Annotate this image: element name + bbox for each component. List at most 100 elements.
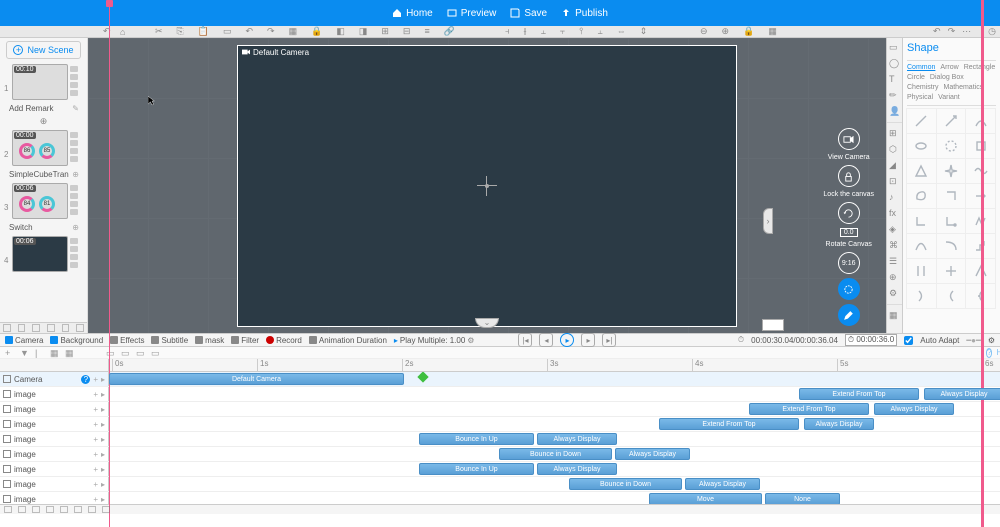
aspect-button[interactable]: 9:16 xyxy=(838,252,860,274)
align-c-icon[interactable]: ⫲ xyxy=(524,26,527,37)
shape-paren-l[interactable] xyxy=(936,283,967,309)
tlf-icon[interactable] xyxy=(102,506,110,513)
timeline-clip[interactable]: Bounce In Up xyxy=(419,433,534,445)
tlt-icon[interactable]: ▭ xyxy=(151,348,160,357)
rt-icon[interactable]: ☰ xyxy=(889,256,900,267)
timeline-track[interactable]: image+▸Extend From TopAlways Display xyxy=(0,402,1000,417)
rotate-canvas-button[interactable] xyxy=(838,202,860,224)
next-button[interactable]: ▸ xyxy=(581,333,595,347)
sf-icon[interactable] xyxy=(18,324,26,332)
timeline-clip[interactable]: Always Display xyxy=(924,388,1000,400)
scene-label[interactable]: SimpleCubeTran ⊕ xyxy=(0,168,87,181)
home-icon-small[interactable]: ⌂ xyxy=(120,27,125,37)
more-icon[interactable]: ⋯ xyxy=(962,26,971,37)
timeline-track[interactable]: image+▸MoveNone xyxy=(0,492,1000,504)
playmult-opt[interactable]: ▸Play Multiple: 1.00⚙ xyxy=(394,336,475,345)
timeline-clip[interactable]: None xyxy=(765,493,840,504)
tlt-icon[interactable]: + xyxy=(5,348,14,357)
shape-line[interactable] xyxy=(906,108,937,134)
lock2-icon[interactable]: 🔒 xyxy=(743,26,754,37)
view-camera-button[interactable] xyxy=(838,128,860,150)
rt-icon[interactable]: ⊞ xyxy=(889,128,900,139)
timeline-clip[interactable]: Move xyxy=(649,493,762,504)
scene-item[interactable]: 1 00:10 xyxy=(0,62,87,102)
rt-icon[interactable]: fx xyxy=(889,208,900,219)
timeline-clip[interactable]: Bounce In Up xyxy=(419,463,534,475)
timeline-ruler[interactable]: 0s 1s 2s 3s 4s 5s 6s xyxy=(0,359,1000,372)
timeline-body[interactable]: Camera?+▸Default Camera image+▸Extend Fro… xyxy=(0,372,1000,504)
shape-paren-r[interactable] xyxy=(906,283,937,309)
align-b-icon[interactable]: ⫠ xyxy=(597,26,602,37)
tlt-icon[interactable]: ▦ xyxy=(65,348,74,357)
shape-tab[interactable]: Rectangle xyxy=(964,64,996,71)
camera-frame[interactable]: Default Camera ⌄ xyxy=(237,45,737,327)
clock-icon[interactable]: ◷ xyxy=(988,26,996,37)
time-input[interactable]: ⏱ 00:00:36.0 xyxy=(845,334,897,346)
shape-tab[interactable]: Variant xyxy=(938,94,960,101)
record-opt[interactable]: Record xyxy=(266,336,302,345)
undo3-icon[interactable]: ↶ xyxy=(933,26,941,37)
align-t-icon[interactable]: ⫟ xyxy=(560,26,565,37)
filter-opt[interactable]: Filter xyxy=(231,336,259,345)
sf-icon[interactable] xyxy=(76,324,84,332)
link-icon[interactable]: 🔗 xyxy=(444,26,455,37)
shape-angle[interactable] xyxy=(906,208,937,234)
prev-kf-button[interactable]: |◂ xyxy=(518,333,532,347)
scene-item[interactable]: 4 00:06 xyxy=(0,234,87,274)
timeline-track[interactable]: image+▸Bounce In UpAlways Display xyxy=(0,462,1000,477)
tlf-icon[interactable] xyxy=(4,506,12,513)
bg-opt[interactable]: Background xyxy=(50,336,103,345)
timeline-track[interactable]: image+▸Bounce in DownAlways Display xyxy=(0,477,1000,492)
timeline-clip[interactable]: Always Display xyxy=(537,463,617,475)
timeline-track[interactable]: image+▸Extend From TopAlways Display xyxy=(0,417,1000,432)
rt-icon[interactable]: ▭ xyxy=(889,42,900,53)
shape-triangle[interactable] xyxy=(906,158,937,184)
cut-icon[interactable]: ✂ xyxy=(155,26,163,37)
shape-blob[interactable] xyxy=(906,183,937,209)
rt-icon[interactable]: ⚙ xyxy=(889,288,900,299)
shape-tab[interactable]: Mathematics xyxy=(944,84,984,91)
tlt-icon[interactable]: ▦ xyxy=(50,348,59,357)
shape-curve2[interactable] xyxy=(936,233,967,259)
timeline-clip[interactable]: Always Display xyxy=(615,448,690,460)
edit-button[interactable] xyxy=(838,304,860,326)
canvas-area[interactable]: Default Camera ⌄ View Camera Lock the ca… xyxy=(88,38,886,333)
align-r-icon[interactable]: ⫠ xyxy=(540,26,545,37)
mask-opt[interactable]: mask xyxy=(195,336,224,345)
scene-item[interactable]: 3 00:06 84 81 xyxy=(0,181,87,221)
zoom-out-icon[interactable]: ⊖ xyxy=(700,26,708,37)
timeline-clip[interactable]: Extend From Top xyxy=(659,418,799,430)
shape-cross[interactable] xyxy=(936,258,967,284)
tlf-icon[interactable] xyxy=(18,506,26,513)
shape-corner[interactable] xyxy=(936,183,967,209)
timeline-clip[interactable]: Always Display xyxy=(537,433,617,445)
rt-icon[interactable]: ⊡ xyxy=(889,176,900,187)
back-icon[interactable]: ◨ xyxy=(359,26,368,37)
play-button[interactable]: ▸ xyxy=(560,333,574,347)
layer-icon[interactable]: ≡ xyxy=(424,26,429,37)
publish-button[interactable]: Publish xyxy=(561,8,608,19)
expand-right-handle[interactable]: › xyxy=(763,208,773,234)
shape-elbow[interactable] xyxy=(936,208,967,234)
autoadapt-check[interactable] xyxy=(904,336,913,345)
animdur-opt[interactable]: Animation Duration xyxy=(309,336,387,345)
subtitle-opt[interactable]: Subtitle xyxy=(151,336,188,345)
timeline-clip[interactable]: Extend From Top xyxy=(749,403,869,415)
camera-opt[interactable]: Camera xyxy=(5,336,43,345)
shape-arrow[interactable] xyxy=(936,108,967,134)
expand-down-handle[interactable]: ⌄ xyxy=(475,318,499,328)
rt-icon[interactable]: 👤 xyxy=(889,106,900,117)
lock-canvas-button[interactable] xyxy=(838,165,860,187)
tlf-icon[interactable] xyxy=(88,506,96,513)
align-l-icon[interactable]: ⫞ xyxy=(505,26,510,37)
grid-icon[interactable]: ▦ xyxy=(768,26,777,37)
tlt-icon[interactable]: ▭ xyxy=(136,348,145,357)
timeline-track[interactable]: Camera?+▸Default Camera xyxy=(0,372,1000,387)
timeline-clip[interactable]: Always Display xyxy=(685,478,760,490)
tlt-icon[interactable]: ▭ xyxy=(121,348,130,357)
front-icon[interactable]: ◧ xyxy=(336,26,345,37)
scene-label[interactable]: Switch ⊕ xyxy=(0,221,87,234)
zoom-slider[interactable]: ━●━ xyxy=(966,336,980,345)
sf-icon[interactable] xyxy=(62,324,70,332)
shape-curve[interactable] xyxy=(906,233,937,259)
